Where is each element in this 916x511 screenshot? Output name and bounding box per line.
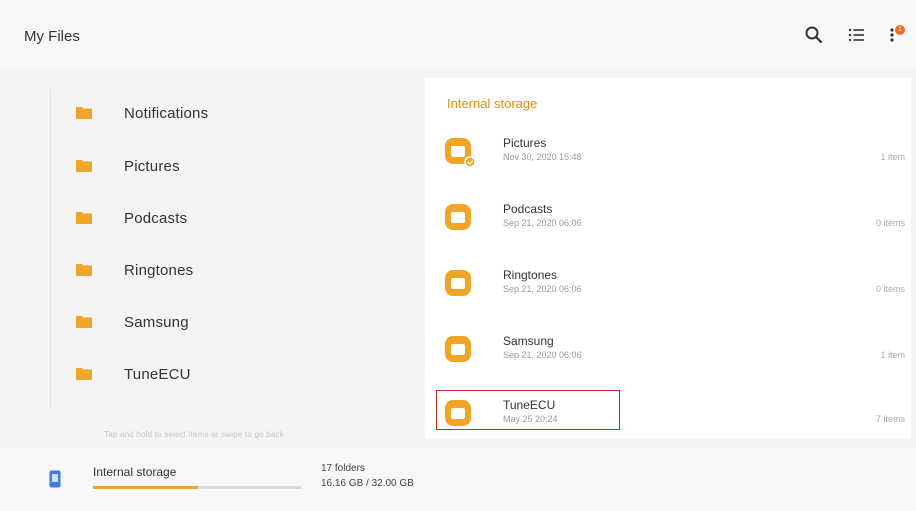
tree-item-pictures[interactable]: Pictures xyxy=(0,143,420,191)
folder-name: Pictures xyxy=(503,136,547,150)
notification-badge: 1 xyxy=(895,25,905,35)
folder-icon xyxy=(443,398,477,435)
app-title: My Files xyxy=(24,28,80,45)
folder-item-count: 0 items xyxy=(875,218,905,228)
folder-date: May 25 20:24 xyxy=(503,414,558,424)
folder-icon xyxy=(76,210,92,229)
search-icon[interactable] xyxy=(803,24,825,46)
tree-item-label: Ringtones xyxy=(124,262,194,279)
tree-item-ringtones[interactable]: Ringtones xyxy=(0,247,420,295)
folder-icon xyxy=(443,334,477,371)
folder-item-count: 7 items xyxy=(875,414,905,424)
folder-item-count: 1 item xyxy=(880,152,905,162)
folder-date: Sep 21, 2020 06:06 xyxy=(503,350,582,360)
storage-progress-fill xyxy=(93,486,199,489)
storage-summary[interactable]: Internal storage 17 folders 16.16 GB / 3… xyxy=(0,448,916,511)
folder-item-count: 1 item xyxy=(880,350,905,360)
tree-item-notifications[interactable]: Notifications xyxy=(0,90,420,138)
storage-name: Internal storage xyxy=(93,465,177,479)
tree-item-samsung[interactable]: Samsung xyxy=(0,299,420,347)
hint-text: Tap and hold to select items or swipe to… xyxy=(104,430,284,439)
tree-item-label: Samsung xyxy=(124,314,189,331)
folder-date: Sep 21, 2020 06:06 xyxy=(503,284,582,294)
tree-item-label: TuneECU xyxy=(124,366,191,383)
tree-item-label: Podcasts xyxy=(124,210,188,227)
folder-name: Podcasts xyxy=(503,202,553,216)
phone-storage-icon xyxy=(49,470,61,493)
folder-row-podcasts[interactable]: Podcasts Sep 21, 2020 06:06 0 items xyxy=(425,190,911,256)
list-view-icon[interactable] xyxy=(846,24,868,46)
folder-name: Ringtones xyxy=(503,268,558,282)
tree-item-podcasts[interactable]: Podcasts xyxy=(0,195,420,243)
storage-progress-bar xyxy=(93,486,301,489)
panel-title: Internal storage xyxy=(447,96,538,111)
folder-row-pictures[interactable]: Pictures Nov 30, 2020 15:48 1 item xyxy=(425,124,911,190)
folder-icon xyxy=(76,262,92,281)
folder-row-ringtones[interactable]: Ringtones Sep 21, 2020 06:06 0 items xyxy=(425,256,911,322)
folder-date: Nov 30, 2020 15:48 xyxy=(503,152,582,162)
folder-content-panel: Internal storage Pictures Nov 30, 2020 1… xyxy=(425,78,911,438)
folder-icon xyxy=(76,314,92,333)
folder-item-count: 0 items xyxy=(875,284,905,294)
folder-icon xyxy=(76,158,92,177)
app-header: My Files 1 xyxy=(0,0,916,70)
folder-icon xyxy=(443,268,477,305)
tree-item-label: Pictures xyxy=(124,158,180,175)
folder-icon xyxy=(76,105,92,124)
folder-date: Sep 21, 2020 06:06 xyxy=(503,218,582,228)
storage-folder-count: 17 folders xyxy=(321,463,365,474)
folder-name: TuneECU xyxy=(503,398,556,412)
folder-icon xyxy=(76,366,92,385)
storage-size: 16.16 GB / 32.00 GB xyxy=(321,478,414,489)
folder-row-samsung[interactable]: Samsung Sep 21, 2020 06:06 1 item xyxy=(425,322,911,388)
folder-row-tuneecu[interactable]: TuneECU May 25 20:24 7 items xyxy=(425,386,911,452)
folder-icon xyxy=(443,202,477,239)
tree-item-label: Notifications xyxy=(124,105,209,122)
folder-name: Samsung xyxy=(503,334,554,348)
tree-item-tuneecu[interactable]: TuneECU xyxy=(0,351,420,399)
folder-icon xyxy=(443,136,477,173)
